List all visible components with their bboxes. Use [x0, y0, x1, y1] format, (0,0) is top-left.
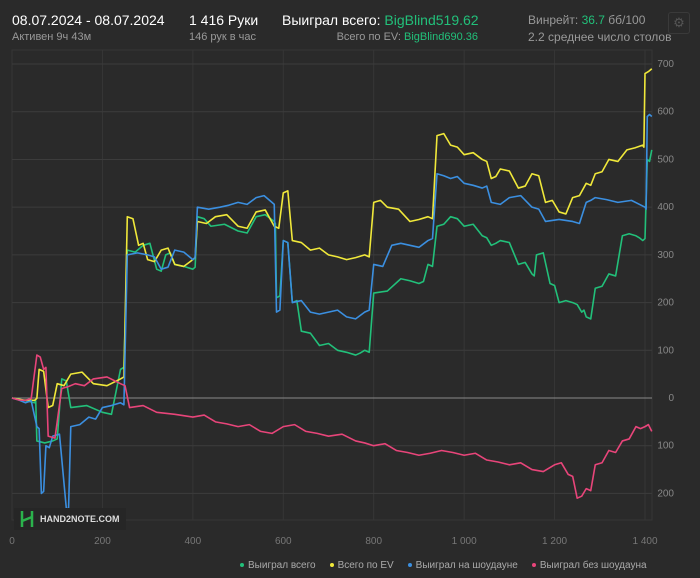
x-tick-label: 1 000	[452, 536, 477, 547]
bankroll-chart: 0 200 400 600 800 1 000 1 200 1 400 700 600 500 400…	[9, 49, 674, 547]
legend-dot	[531, 563, 536, 568]
legend-dot	[240, 563, 244, 568]
legend-item-ev[interactable]: Всего по EV	[329, 560, 394, 571]
legend-dot	[329, 563, 334, 568]
y-tick-label: 100	[657, 441, 674, 452]
x-tick-label: 600	[275, 536, 292, 547]
y-tick-label: 400	[657, 202, 674, 213]
x-tick-label: 800	[365, 536, 382, 547]
legend-label: Выиграл на шоудауне	[415, 560, 518, 571]
legend-item-showdown[interactable]: Выиграл на шоудауне	[407, 560, 518, 571]
logo-text: HAND2NOTE.COM	[40, 514, 120, 524]
y-tick-label: 700	[657, 59, 674, 70]
chart-legend: Выиграл всего Всего по EV Выиграл на шоу…	[240, 560, 647, 571]
x-tick-label: 200	[94, 536, 111, 547]
y-tick-label: 100	[657, 345, 674, 356]
legend-item-won-total[interactable]: Выиграл всего	[240, 560, 316, 571]
legend-label: Выиграл без шоудауна	[539, 560, 647, 571]
y-tick-label: 0	[668, 393, 674, 404]
x-tick-label: 0	[9, 536, 15, 547]
logo-icon	[20, 511, 34, 527]
legend-label: Всего по EV	[337, 560, 394, 571]
hand2note-logo: HAND2NOTE.COM	[14, 508, 126, 530]
legend-item-non-showdown[interactable]: Выиграл без шоудауна	[531, 560, 647, 571]
y-tick-label: 200	[657, 488, 674, 499]
plot-area	[11, 49, 653, 521]
legend-dot	[407, 563, 412, 568]
legend-label: Выиграл всего	[248, 560, 316, 571]
y-tick-label: 300	[657, 250, 674, 261]
x-tick-label: 1 200	[542, 536, 567, 547]
y-tick-label: 500	[657, 154, 674, 165]
y-tick-label: 600	[657, 107, 674, 118]
x-tick-label: 400	[185, 536, 202, 547]
y-tick-label: 200	[657, 298, 674, 309]
x-tick-label: 1 400	[632, 536, 657, 547]
